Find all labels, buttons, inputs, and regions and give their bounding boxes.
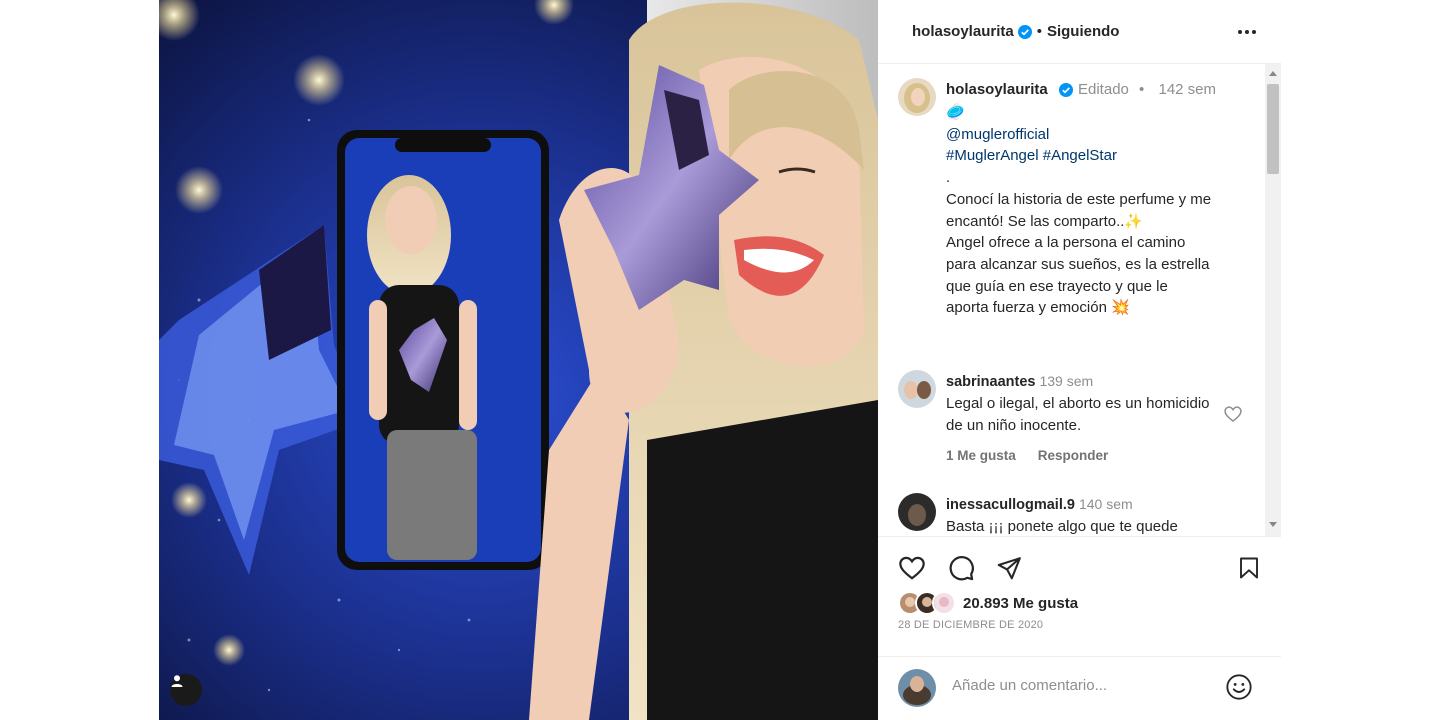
comment-username[interactable]: sabrinaantes [946,374,1035,390]
reply-button[interactable]: Responder [1038,448,1109,463]
verified-badge-icon [1017,24,1032,39]
caption-time[interactable]: 142 sem [1158,81,1216,98]
avatar-photo [898,78,936,116]
post-photo[interactable] [159,0,878,720]
like-button[interactable] [897,553,927,583]
caption-line-5: que guía en ese trayecto y que le [946,277,1168,295]
add-comment-bar: Añade un comentario... [878,656,1281,720]
likes-count[interactable]: 20.893 Me gusta [963,595,1078,612]
caption-emoji: 🥏 [946,104,965,121]
following-button[interactable]: Siguiendo [1047,23,1120,40]
avatar-photo [898,370,936,408]
send-icon [997,557,1021,580]
post-actions [878,536,1281,596]
caption-text: 🥏 @muglerofficial #MuglerAngel #AngelSta… [946,102,1266,319]
perfume-campaign-image [159,0,878,720]
liker-avatar [932,591,956,615]
comment-like-heart-icon[interactable] [1223,404,1243,424]
share-button[interactable] [994,553,1024,583]
current-user-avatar [898,669,936,707]
scrollbar-thumb[interactable] [1267,84,1279,174]
header-separator: • [1036,23,1042,40]
caption-line-3: Angel ofrece a la persona el camino [946,234,1186,252]
comment-text: Legal o ilegal, el aborto es un homicidi… [946,395,1210,434]
post-side-panel: holasoylaurita • Siguiendo holasoylaurit… [878,0,1281,720]
comment-meta: 1 Me gusta Responder [946,448,1130,463]
caption-username[interactable]: holasoylaurita [946,81,1048,98]
comment-likes[interactable]: 1 Me gusta [946,448,1016,463]
comment-icon [949,556,974,581]
post-date[interactable]: 28 DE DICIEMBRE DE 2020 [898,619,1043,631]
comment-header: sabrinaantes 139 sem [946,373,1093,390]
caption-line-2: encantó! Se las comparto..✨ [946,212,1144,230]
bookmark-icon [1240,557,1258,579]
caption-line-4: para alcanzar sus sueños, es la estrella [946,255,1210,273]
comment-text: Basta ¡¡¡ ponete algo que te quede [946,518,1178,535]
comment-avatar[interactable] [898,493,936,531]
comment-time[interactable]: 139 sem [1039,373,1093,389]
scroll-down-arrow-icon[interactable] [1269,522,1277,527]
likes-summary[interactable]: 20.893 Me gusta [898,590,1078,616]
caption-line-1: Conocí la historia de este perfume y me [946,190,1212,208]
comment-username[interactable]: inessacullogmail.9 [946,497,1075,513]
header-username[interactable]: holasoylaurita [912,23,1014,40]
verified-badge-icon [1059,83,1073,97]
save-button[interactable] [1234,553,1264,583]
scroll-up-arrow-icon[interactable] [1269,71,1277,76]
heart-icon [899,556,925,580]
comment-header: inessacullogmail.9 140 sem [946,496,1133,513]
caption-dot: . [946,169,951,187]
tagged-users-button[interactable] [170,674,202,706]
avatar-photo [898,493,936,531]
comment-button[interactable] [946,553,976,583]
hashtags-link[interactable]: #MuglerAngel #AngelStar [946,145,1266,167]
comments-scroll-area[interactable]: holasoylaurita Editado • 142 sem 🥏 @mugl… [878,64,1281,536]
caption-separator: • [1139,81,1145,98]
more-options-button[interactable] [1235,20,1259,44]
edited-label: Editado [1078,81,1129,98]
mention-link[interactable]: @muglerofficial [946,124,1266,146]
comment-avatar[interactable] [898,370,936,408]
emoji-picker-button[interactable] [1225,673,1253,701]
avatar-photo [898,669,936,707]
comment-time[interactable]: 140 sem [1079,496,1133,512]
comment-input[interactable]: Añade un comentario... [952,677,1107,694]
caption-avatar[interactable] [898,78,936,116]
post-header: holasoylaurita • Siguiendo [878,0,1281,64]
smiley-icon [1226,674,1252,700]
caption-line-6: aporta fuerza y emoción 💥 [946,299,1130,317]
scrollbar[interactable] [1265,64,1281,536]
user-icon [171,675,183,687]
caption-meta: Editado • 142 sem [1078,81,1216,98]
more-horizontal-icon [1238,30,1256,34]
